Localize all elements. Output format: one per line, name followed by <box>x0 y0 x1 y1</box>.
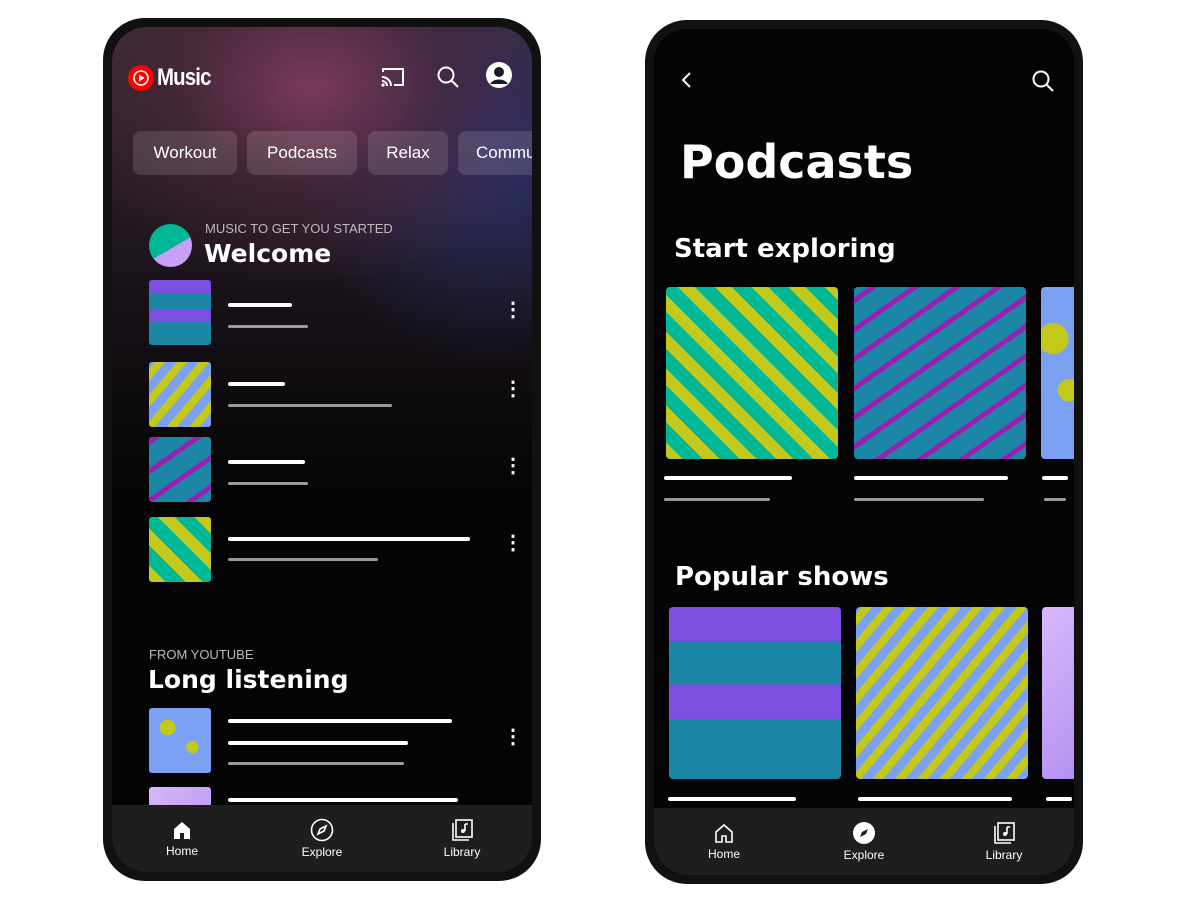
podcasts-phone: Podcasts Start exploring Popular shows H… <box>645 20 1083 884</box>
thumbnail <box>149 437 211 502</box>
subtitle-placeholder <box>228 482 308 485</box>
more-icon[interactable]: ⋮ <box>503 727 523 747</box>
nav-home[interactable]: Home <box>674 822 774 861</box>
app-name: Music <box>157 64 211 91</box>
chip-podcasts[interactable]: Podcasts <box>247 131 357 175</box>
section-title: Start exploring <box>674 234 896 264</box>
more-icon[interactable]: ⋮ <box>503 379 523 399</box>
thumbnail <box>149 280 211 345</box>
title-placeholder <box>858 797 1012 801</box>
more-icon[interactable]: ⋮ <box>503 456 523 476</box>
artwork <box>669 607 841 779</box>
chip-commute[interactable]: Commu <box>458 131 532 175</box>
title-placeholder <box>228 460 305 464</box>
nav-label: Library <box>985 848 1023 862</box>
youtube-music-logo-icon <box>128 65 154 91</box>
subtitle-placeholder <box>228 404 392 407</box>
page-title: Podcasts <box>680 135 914 189</box>
subtitle-placeholder <box>228 558 378 561</box>
chip-relax[interactable]: Relax <box>368 131 448 175</box>
title-placeholder <box>668 797 796 801</box>
nav-label: Home <box>165 844 198 858</box>
title-placeholder <box>228 303 292 307</box>
logo[interactable]: Music <box>128 64 220 92</box>
bottom-nav: Home Explore Library <box>112 805 532 872</box>
artwork <box>854 287 1026 459</box>
podcasts-screen: Podcasts Start exploring Popular shows H… <box>654 29 1074 875</box>
more-icon[interactable]: ⋮ <box>503 300 523 320</box>
subtitle-placeholder <box>228 762 404 765</box>
title-placeholder <box>1046 797 1072 801</box>
subtitle-placeholder <box>854 498 984 501</box>
thumbnail <box>149 708 211 773</box>
section-title: Welcome <box>204 239 332 268</box>
nav-library[interactable]: Library <box>412 818 512 859</box>
nav-label: Library <box>443 845 481 859</box>
compass-outline-icon <box>310 818 334 842</box>
title-placeholder <box>228 719 452 723</box>
search-icon[interactable] <box>1031 69 1055 93</box>
subtitle-placeholder <box>664 498 770 501</box>
title-placeholder <box>228 798 458 802</box>
nav-label: Explore <box>843 848 885 862</box>
thumbnail <box>149 517 211 582</box>
title-placeholder <box>228 741 408 745</box>
artwork <box>1041 287 1074 459</box>
title-placeholder <box>664 476 792 480</box>
title-placeholder <box>228 537 470 541</box>
library-icon <box>452 819 473 841</box>
section-kicker: FROM YOUTUBE <box>149 647 254 662</box>
title-placeholder <box>228 382 285 386</box>
compass-filled-icon <box>853 822 875 844</box>
artwork <box>666 287 838 459</box>
nav-explore[interactable]: Explore <box>814 821 914 862</box>
nav-explore[interactable]: Explore <box>272 818 372 859</box>
section-title: Long listening <box>148 665 349 694</box>
bottom-nav: Home Explore Library <box>654 808 1074 875</box>
subtitle-placeholder <box>228 325 308 328</box>
subtitle-placeholder <box>1044 498 1066 501</box>
title-placeholder <box>1042 476 1068 480</box>
library-icon <box>994 822 1015 844</box>
section-title: Popular shows <box>675 562 889 592</box>
more-icon[interactable]: ⋮ <box>503 533 523 553</box>
nav-library[interactable]: Library <box>954 821 1054 862</box>
chip-workout[interactable]: Workout <box>133 131 237 175</box>
title-placeholder <box>854 476 1008 480</box>
nav-label: Explore <box>301 845 343 859</box>
search-icon[interactable] <box>436 65 460 89</box>
artwork <box>1042 607 1074 779</box>
home-screen: Music Workout Podcasts Relax Commu MUSIC… <box>112 27 532 872</box>
artwork <box>856 607 1028 779</box>
cast-icon[interactable] <box>380 66 406 88</box>
home-filled-icon <box>174 822 190 839</box>
back-icon[interactable] <box>680 70 694 90</box>
thumbnail <box>149 362 211 427</box>
nav-label: Home <box>707 847 740 861</box>
section-kicker: MUSIC TO GET YOU STARTED <box>205 221 393 236</box>
nav-home[interactable]: Home <box>132 819 232 858</box>
section-avatar-icon <box>149 224 192 267</box>
home-phone: Music Workout Podcasts Relax Commu MUSIC… <box>103 18 541 881</box>
account-avatar-icon[interactable] <box>485 61 513 89</box>
home-outline-icon <box>715 823 733 843</box>
